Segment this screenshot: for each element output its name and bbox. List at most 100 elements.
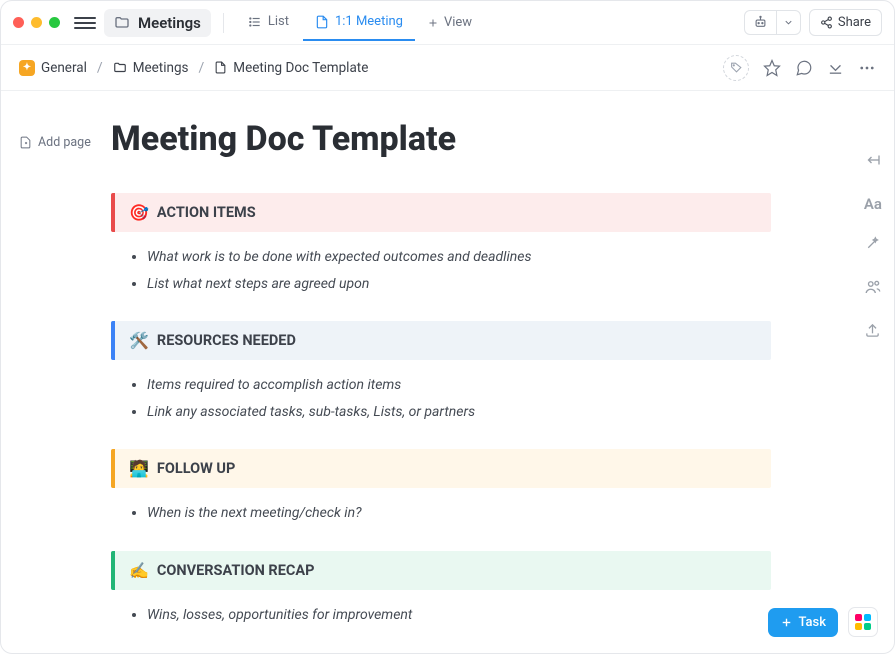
app-grid-icon (864, 623, 871, 630)
app-grid-icon (855, 614, 862, 621)
app-grid-icon (864, 614, 871, 621)
doc-icon (315, 15, 329, 29)
followup-list[interactable]: When is the next meeting/check in? (111, 488, 771, 551)
chat-icon (795, 59, 813, 77)
close-window-icon[interactable] (13, 17, 24, 28)
app-grid-icon (855, 623, 862, 630)
menu-toggle-button[interactable] (74, 12, 96, 34)
ai-button-group (744, 10, 801, 35)
left-gutter: Add page (1, 91, 111, 637)
share-button[interactable]: Share (809, 9, 882, 36)
tools-icon: 🛠️ (129, 331, 149, 350)
export-button[interactable] (827, 59, 844, 76)
wand-icon (864, 235, 881, 252)
crumb-general-label: General (41, 60, 87, 76)
separator (223, 13, 224, 33)
new-task-button[interactable]: Task (768, 608, 838, 637)
folder-icon (113, 61, 127, 75)
robot-icon (753, 15, 768, 30)
crumb-separator: / (199, 60, 205, 76)
outdent-icon (864, 151, 882, 169)
people-icon (864, 278, 882, 296)
action-items-list[interactable]: What work is to be done with expected ou… (111, 232, 771, 321)
crumb-doc[interactable]: Meeting Doc Template (214, 60, 368, 76)
tab-list[interactable]: List (236, 4, 301, 41)
star-icon (763, 59, 781, 77)
tab-meeting-label: 1:1 Meeting (335, 14, 403, 29)
collab-button[interactable] (864, 278, 882, 300)
crumb-separator: / (97, 60, 103, 76)
share-label: Share (838, 15, 871, 30)
section-heading: FOLLOW UP (157, 460, 235, 477)
top-toolbar: Meetings List 1:1 Meeting View Share (1, 1, 894, 45)
right-rail: Aa (864, 151, 882, 343)
list-item[interactable]: Items required to accomplish action item… (147, 372, 771, 399)
resources-list[interactable]: Items required to accomplish action item… (111, 360, 771, 449)
crumb-meetings-label: Meetings (133, 60, 189, 76)
plus-icon (427, 17, 439, 29)
comment-button[interactable] (795, 59, 813, 77)
crumb-general[interactable]: ✦ General (19, 60, 87, 76)
apps-button[interactable] (848, 607, 878, 637)
breadcrumb-bar: ✦ General / Meetings / Meeting Doc Templ… (1, 45, 894, 91)
list-item[interactable]: Wins, losses, opportunities for improvem… (147, 602, 771, 629)
add-page-icon (19, 136, 32, 149)
tab-meeting[interactable]: 1:1 Meeting (303, 4, 415, 41)
section-heading: RESOURCES NEEDED (157, 332, 296, 349)
section-heading: CONVERSATION RECAP (157, 562, 315, 579)
ai-dropdown-button[interactable] (776, 11, 800, 34)
share-icon (820, 16, 833, 29)
breadcrumb-actions (723, 55, 876, 81)
person-icon: 🧑‍💻 (129, 459, 149, 478)
maximize-window-icon[interactable] (49, 17, 60, 28)
download-icon (827, 59, 844, 76)
section-heading: ACTION ITEMS (157, 204, 256, 221)
section-recap[interactable]: ✍️ CONVERSATION RECAP (111, 551, 771, 590)
folder-chip[interactable]: Meetings (104, 9, 211, 37)
writing-icon: ✍️ (129, 561, 149, 580)
outdent-button[interactable] (864, 151, 882, 173)
add-view-label: View (444, 15, 472, 30)
upload-icon (864, 322, 881, 339)
task-label: Task (798, 615, 826, 630)
section-followup[interactable]: 🧑‍💻 FOLLOW UP (111, 449, 771, 488)
bottom-right-actions: Task (768, 607, 878, 637)
list-item[interactable]: Link any associated tasks, sub-tasks, Li… (147, 399, 771, 426)
doc-icon (214, 61, 227, 74)
folder-icon (114, 15, 130, 31)
favorite-button[interactable] (763, 59, 781, 77)
page-body: Add page Meeting Doc Template 🎯 ACTION I… (1, 91, 894, 637)
plus-icon (780, 616, 793, 629)
target-icon: 🎯 (129, 203, 149, 222)
upload-button[interactable] (864, 322, 881, 343)
list-item[interactable]: What work is to be done with expected ou… (147, 244, 771, 271)
more-button[interactable] (858, 59, 876, 77)
tab-list-label: List (268, 14, 289, 29)
add-view-button[interactable]: View (417, 9, 482, 36)
topbar-right: Share (744, 9, 882, 36)
workspace-badge-icon: ✦ (19, 60, 35, 76)
crumb-meetings[interactable]: Meetings (113, 60, 189, 76)
tag-icon (730, 61, 743, 74)
minimize-window-icon[interactable] (31, 17, 42, 28)
add-page-label: Add page (38, 135, 91, 150)
crumb-doc-label: Meeting Doc Template (233, 60, 368, 76)
recap-list[interactable]: Wins, losses, opportunities for improvem… (111, 590, 771, 637)
more-icon (858, 59, 876, 77)
view-tabs: List 1:1 Meeting View (236, 4, 482, 41)
window-controls (13, 17, 60, 28)
list-item[interactable]: List what next steps are agreed upon (147, 271, 771, 298)
section-action-items[interactable]: 🎯 ACTION ITEMS (111, 193, 771, 232)
list-icon (248, 15, 262, 29)
ai-button[interactable] (745, 11, 776, 34)
tag-button[interactable] (723, 55, 749, 81)
list-item[interactable]: When is the next meeting/check in? (147, 500, 771, 527)
section-resources[interactable]: 🛠️ RESOURCES NEEDED (111, 321, 771, 360)
folder-label: Meetings (138, 14, 201, 32)
typography-button[interactable]: Aa (864, 195, 882, 213)
add-page-button[interactable]: Add page (19, 135, 111, 150)
page-title[interactable]: Meeting Doc Template (111, 119, 771, 159)
document-content[interactable]: Meeting Doc Template 🎯 ACTION ITEMS What… (111, 91, 831, 637)
magic-button[interactable] (864, 235, 881, 256)
chevron-down-icon (783, 17, 794, 28)
